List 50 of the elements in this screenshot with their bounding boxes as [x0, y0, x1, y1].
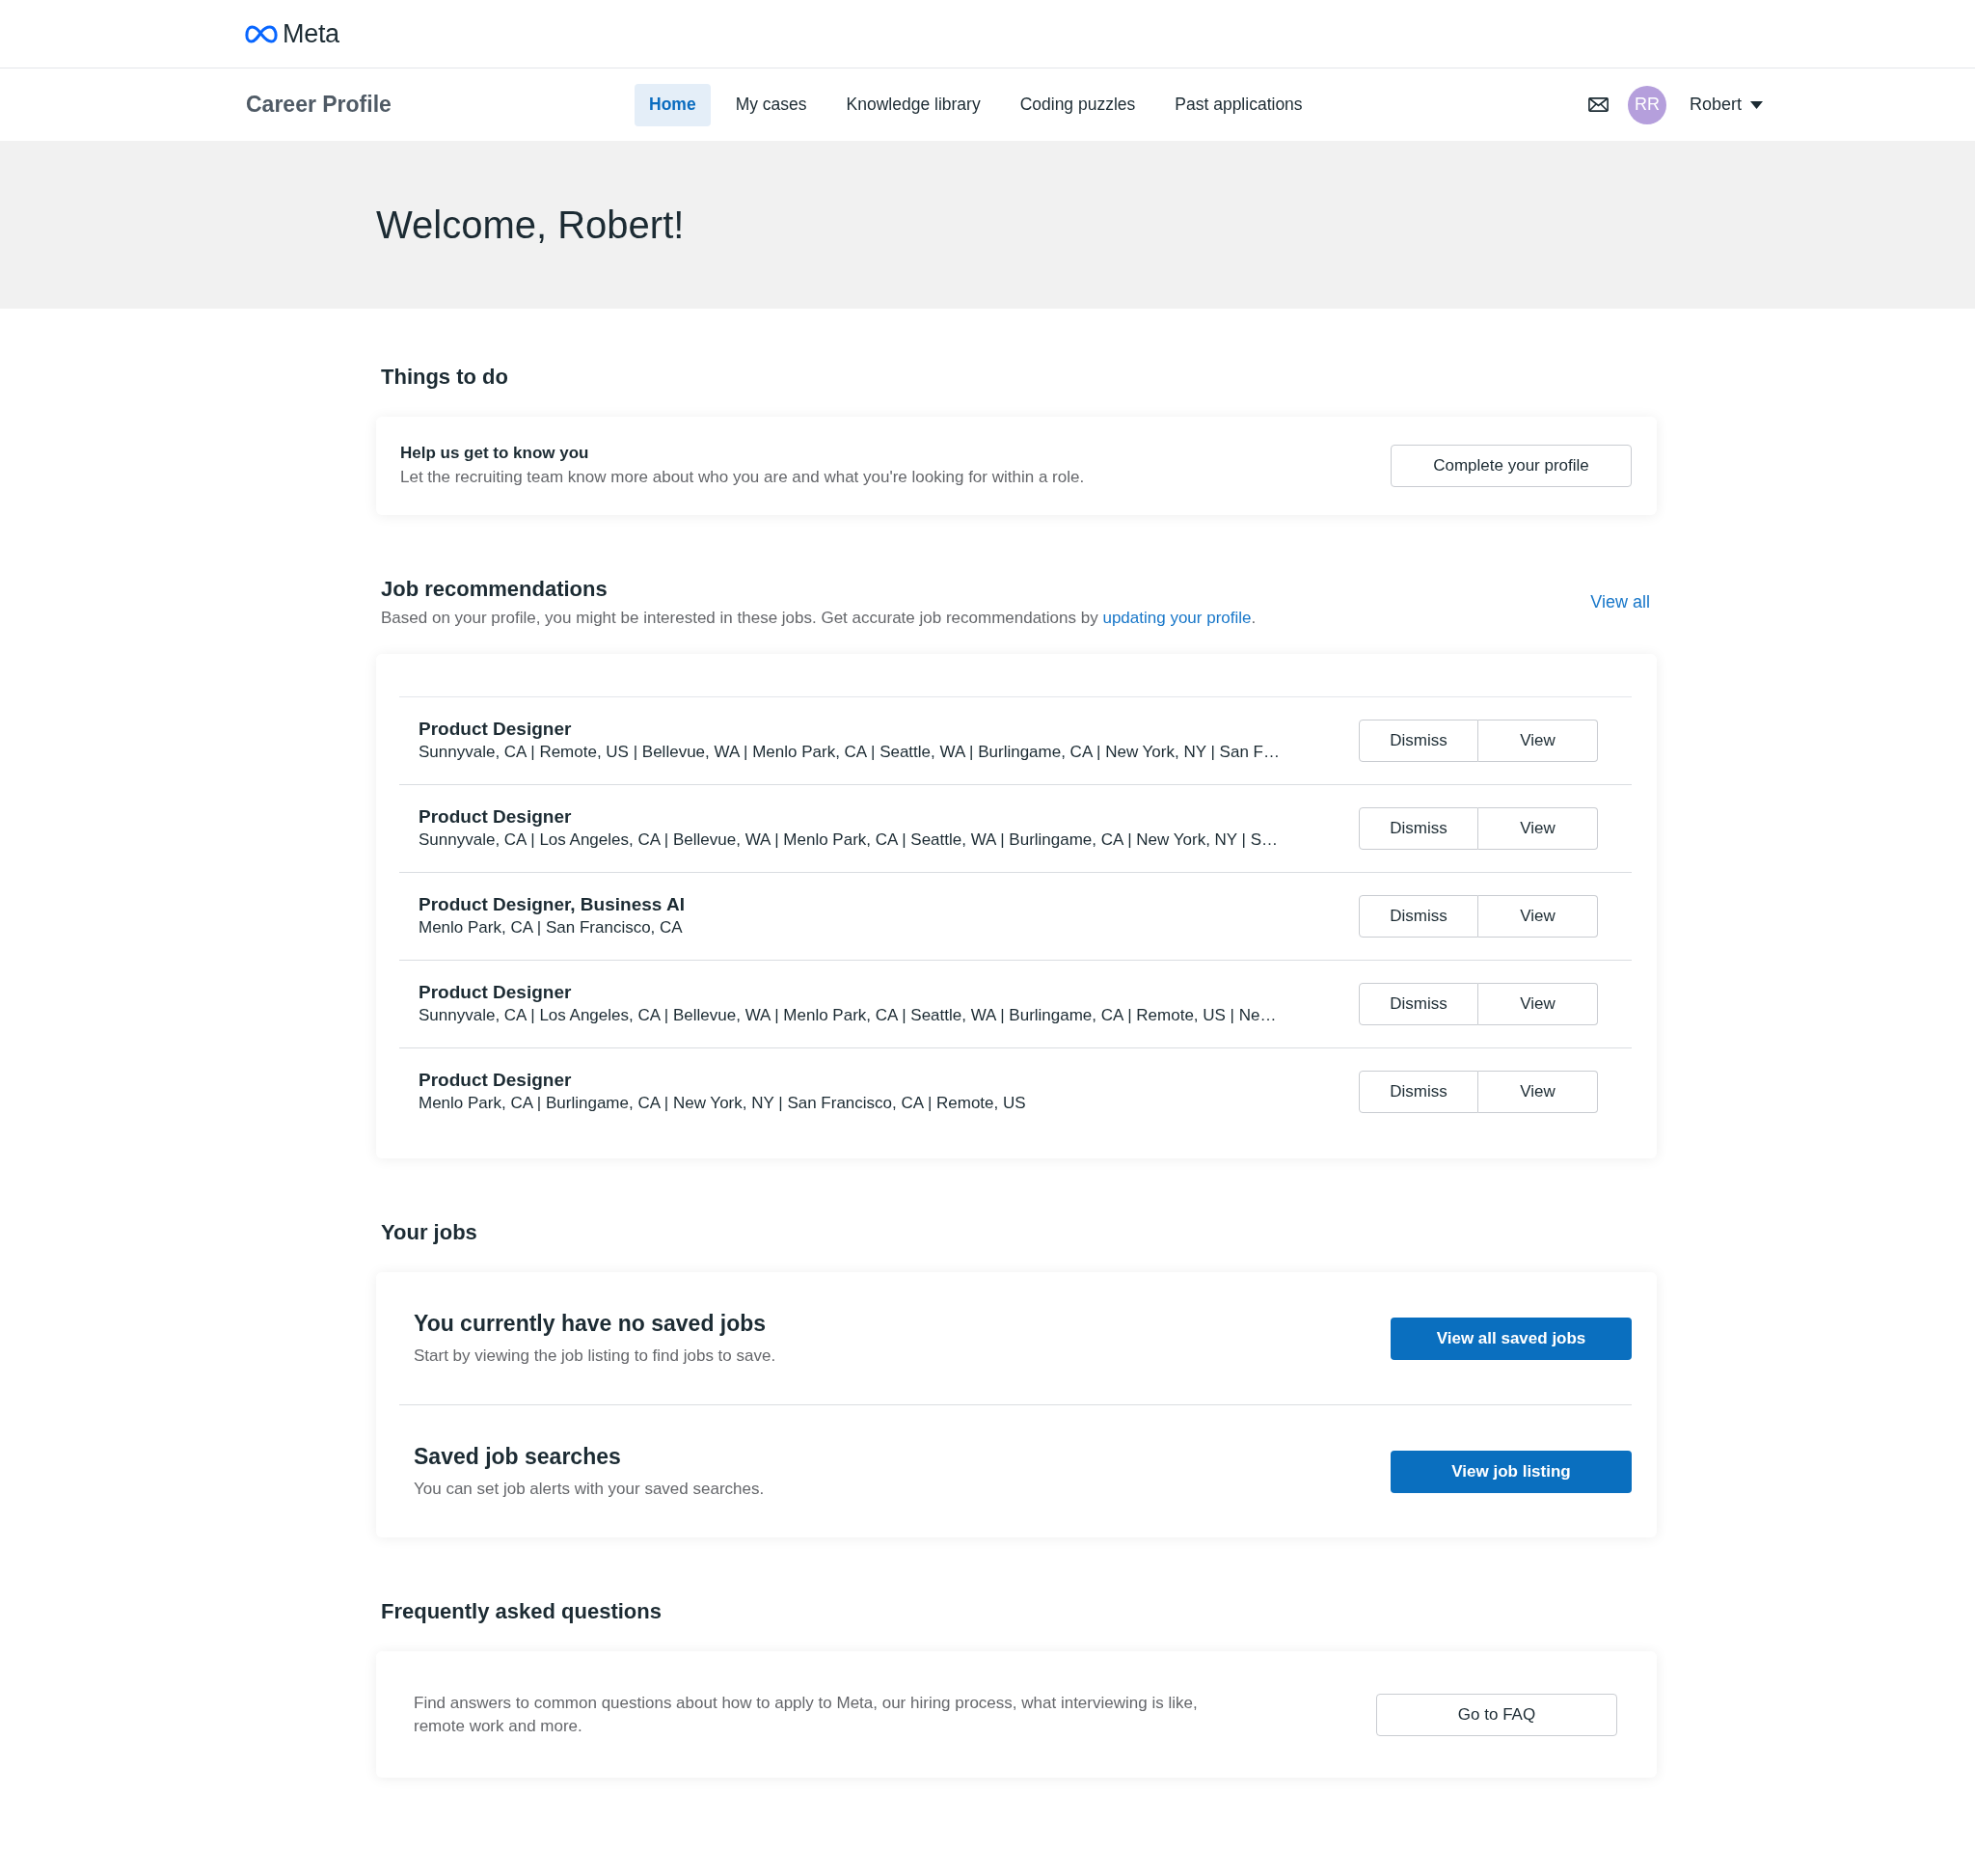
section-heading: Things to do	[381, 364, 509, 391]
saved-jobs-title: Saved job searches	[414, 1443, 622, 1471]
section-heading: Job recommendations	[381, 576, 609, 603]
brand-name: Meta	[283, 18, 339, 49]
section-heading: Frequently asked questions	[381, 1598, 663, 1625]
job-locations: Sunnyvale, CA | Los Angeles, CA | Bellevue, WA | Menlo Park, CA | Seattle, WA | Burlingame, CA | New York, NY | S…	[419, 829, 1279, 851]
task-description: Let the recruiting team know more about who you are and what you're looking for within a role.	[400, 467, 1085, 488]
saved-jobs-button[interactable]: View all saved jobs	[1391, 1317, 1632, 1360]
dismiss-button[interactable]: Dismiss	[1359, 1071, 1478, 1113]
infinity-logo-icon	[245, 23, 278, 44]
view-button[interactable]: View	[1478, 1071, 1598, 1113]
view-button[interactable]: View	[1478, 895, 1598, 938]
saved-jobs-description: Start by viewing the job listing to find jobs to save.	[414, 1346, 776, 1367]
saved-jobs-button[interactable]: View job listing	[1391, 1450, 1632, 1493]
job-locations: Sunnyvale, CA | Los Angeles, CA | Bellevue, WA | Menlo Park, CA | Seattle, WA | Burlingame, CA | Remote, US | Ne…	[419, 1005, 1277, 1026]
job-title: Product Designer	[419, 718, 573, 741]
welcome-heading: Welcome, Robert!	[376, 203, 685, 247]
view-button[interactable]: View	[1478, 983, 1598, 1025]
dismiss-button[interactable]: Dismiss	[1359, 807, 1478, 850]
dismiss-button[interactable]: Dismiss	[1359, 983, 1478, 1025]
site-title: Career Profile	[246, 92, 392, 118]
dismiss-button[interactable]: Dismiss	[1359, 720, 1478, 762]
complete-profile-button[interactable]: Complete your profile	[1391, 445, 1632, 487]
recommendations-description: Based on your profile, you might be interested in these jobs. Get accurate job recommendations by updating your profile.	[381, 608, 1257, 629]
dismiss-button[interactable]: Dismiss	[1359, 895, 1478, 938]
section-heading: Your jobs	[381, 1219, 478, 1246]
view-button[interactable]: View	[1478, 807, 1598, 850]
job-title: Product Designer, Business AI	[419, 893, 685, 916]
nav-tab[interactable]: Knowledge library	[831, 83, 995, 126]
job-locations: Menlo Park, CA | San Francisco, CA	[419, 917, 684, 938]
saved-jobs-title: You currently have no saved jobs	[414, 1310, 768, 1338]
job-title: Product Designer	[419, 981, 573, 1004]
view-button[interactable]: View	[1478, 720, 1598, 762]
nav-tab[interactable]: My cases	[720, 83, 822, 126]
nav-tab[interactable]: Home	[635, 83, 711, 126]
job-locations: Sunnyvale, CA | Remote, US | Bellevue, WA | Menlo Park, CA | Seattle, WA | Burlingame, CA | New York, NY | San F…	[419, 742, 1280, 763]
job-locations: Menlo Park, CA | Burlingame, CA | New York, NY | San Francisco, CA | Remote, US	[419, 1093, 1026, 1114]
caret-icon[interactable]	[1750, 100, 1763, 109]
faq-description: Find answers to common questions about how to apply to Meta, our hiring process, what interviewing is like, remote work and more.	[414, 1692, 1199, 1737]
envelope-icon[interactable]	[1587, 97, 1609, 112]
job-title: Product Designer	[419, 1069, 573, 1092]
view-all-link[interactable]: View all	[1590, 592, 1650, 612]
user-name[interactable]: Robert	[1689, 95, 1742, 115]
task-title: Help us get to know you	[400, 443, 590, 464]
saved-jobs-description: You can set job alerts with your saved searches.	[414, 1479, 765, 1500]
nav-tab[interactable]: Coding puzzles	[1005, 83, 1150, 126]
job-title: Product Designer	[419, 805, 573, 829]
nav-tab[interactable]: Past applications	[1160, 83, 1317, 126]
update-profile-link[interactable]: updating your profile	[1102, 609, 1252, 627]
go-to-faq-button[interactable]: Go to FAQ	[1376, 1693, 1617, 1736]
